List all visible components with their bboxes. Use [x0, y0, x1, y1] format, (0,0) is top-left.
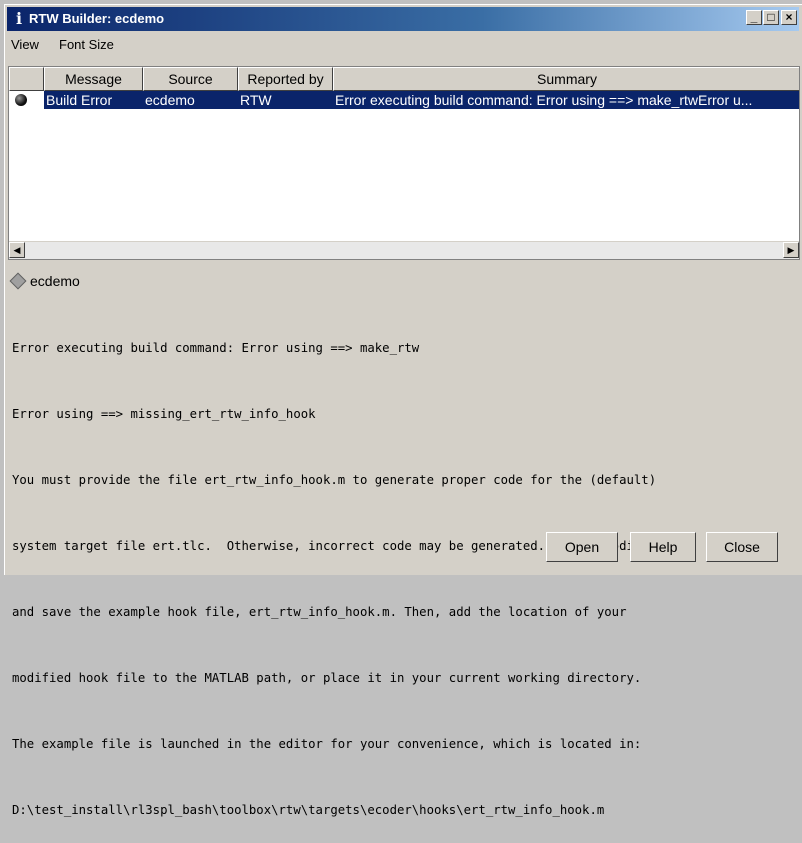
window-title: RTW Builder: ecdemo [29, 11, 165, 26]
open-button[interactable]: Open [546, 532, 618, 562]
detail-line: modified hook file to the MATLAB path, o… [12, 671, 642, 685]
error-status-icon [15, 94, 27, 106]
table-header: Message Source Reported by Summary [9, 67, 799, 91]
minimize-button[interactable]: _ [746, 10, 762, 25]
column-header-reported-by[interactable]: Reported by [238, 67, 333, 91]
menu-view[interactable]: View [11, 37, 39, 52]
scroll-left-arrow-icon[interactable]: ◀ [9, 242, 25, 258]
detail-line: Error executing build command: Error usi… [12, 341, 420, 355]
menu-font-size[interactable]: Font Size [59, 37, 114, 52]
info-icon: i [15, 9, 23, 28]
close-button[interactable]: Close [706, 532, 778, 562]
detail-line: You must provide the file ert_rtw_info_h… [12, 473, 657, 487]
close-window-button[interactable]: × [781, 10, 797, 25]
detail-line: D:\test_install\rl3spl_bash\toolbox\rtw\… [12, 803, 605, 817]
column-header-summary[interactable]: Summary [333, 67, 799, 91]
detail-line: The example file is launched in the edit… [12, 737, 642, 751]
source-cell: ecdemo [143, 91, 238, 109]
help-button[interactable]: Help [630, 532, 696, 562]
menu-bar: View Font Size [5, 35, 802, 55]
message-cell: Build Error [44, 91, 143, 109]
column-header-status[interactable] [9, 67, 44, 91]
diamond-icon [9, 272, 27, 290]
maximize-button[interactable]: □ [763, 10, 779, 25]
table-row[interactable]: Build Error ecdemo RTW Error executing b… [9, 91, 799, 109]
column-header-source[interactable]: Source [143, 67, 238, 91]
reported-by-cell: RTW [238, 91, 333, 109]
detail-line: and save the example hook file, ert_rtw_… [12, 605, 627, 619]
summary-cell: Error executing build command: Error usi… [333, 91, 799, 109]
horizontal-scrollbar[interactable]: ◀ ▶ [9, 241, 799, 259]
detail-title: ecdemo [30, 273, 80, 289]
scroll-right-arrow-icon[interactable]: ▶ [783, 242, 799, 258]
detail-text: Error executing build command: Error usi… [12, 293, 800, 843]
title-bar[interactable]: i RTW Builder: ecdemo _ □ × [7, 7, 799, 31]
detail-line: Error using ==> missing_ert_rtw_info_hoo… [12, 407, 316, 421]
column-header-message[interactable]: Message [44, 67, 143, 91]
messages-table: Message Source Reported by Summary Build… [8, 66, 800, 260]
detail-header: ecdemo [8, 272, 800, 292]
status-cell [9, 91, 44, 109]
